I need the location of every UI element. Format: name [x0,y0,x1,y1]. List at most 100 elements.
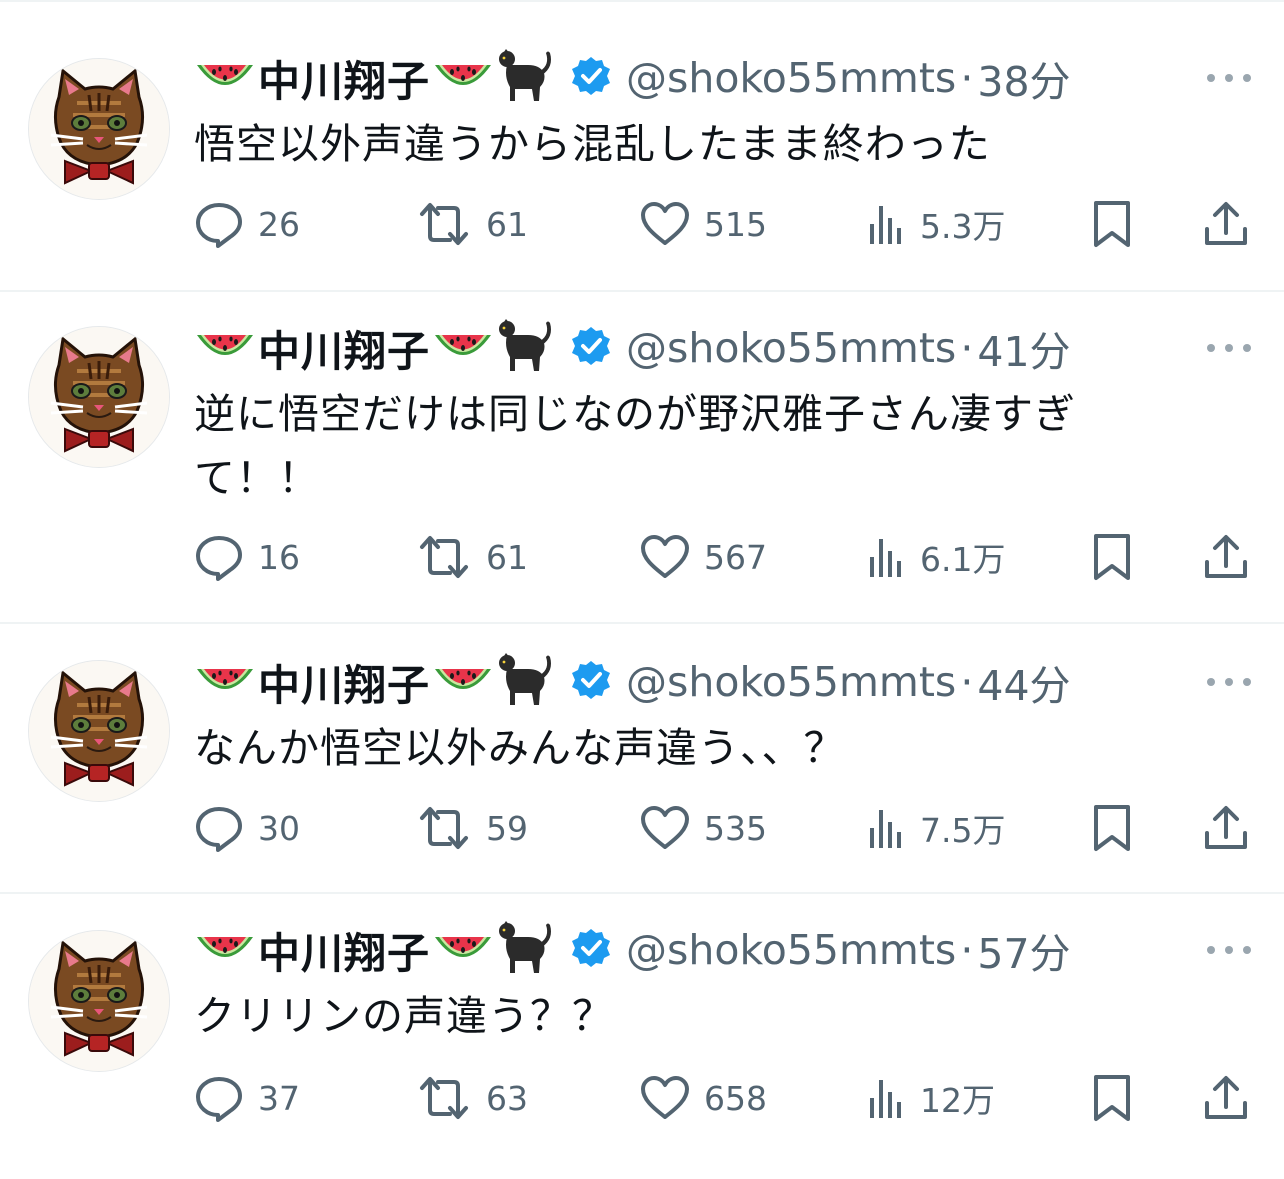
watermelon-icon [194,655,256,709]
reply-count: 26 [258,204,300,244]
reply-button[interactable]: 37 [194,1070,300,1126]
heart-icon [640,805,690,851]
timestamp[interactable]: 38分 [977,48,1070,108]
tweet-text: なんか悟空以外みんな声違う、、？ [194,724,846,772]
like-button[interactable]: 567 [640,529,767,585]
verified-badge-icon[interactable] [570,927,612,973]
view-count: 6.1万 [920,540,1006,579]
display-name[interactable]: 中川翔子 [258,920,430,981]
views-button[interactable]: 7.5万 [866,800,1005,856]
like-count: 535 [704,808,767,848]
more-options-icon[interactable] [1207,338,1251,358]
bookmark-button[interactable] [1090,529,1134,585]
watermelon-icon [432,321,494,375]
retweet-button[interactable]: 61 [416,196,528,252]
heart-icon [640,1075,690,1121]
watermelon-icon [194,51,256,105]
reply-button[interactable]: 16 [194,529,300,585]
retweet-button[interactable]: 63 [416,1070,528,1126]
display-name[interactable]: 中川翔子 [258,652,430,713]
display-name[interactable]: 中川翔子 [258,48,430,109]
avatar[interactable] [28,58,170,200]
heart-icon [640,534,690,580]
timestamp[interactable]: 41分 [977,318,1070,378]
action-bar: 30 59 535 7.5万 [0,800,1284,856]
bookmark-icon [1090,803,1134,853]
share-icon [1202,803,1250,853]
handle[interactable]: @shoko55mmts [626,658,956,706]
handle[interactable]: @shoko55mmts [626,54,956,102]
reply-button[interactable]: 26 [194,196,300,252]
separator-dot: · [960,54,974,102]
handle[interactable]: @shoko55mmts [626,926,956,974]
like-button[interactable]: 515 [640,196,767,252]
handle[interactable]: @shoko55mmts [626,324,956,372]
view-count: 12万 [920,1081,995,1120]
views-icon [866,202,906,246]
share-button[interactable] [1202,800,1250,856]
verified-badge-icon[interactable] [570,325,612,371]
reply-icon [194,1074,244,1122]
bookmark-icon [1090,199,1134,249]
more-options-icon[interactable] [1207,68,1251,88]
share-button[interactable] [1202,1070,1250,1126]
like-button[interactable]: 658 [640,1070,767,1126]
retweet-icon [416,804,472,852]
avatar[interactable] [28,660,170,802]
tweet-header: 中川翔子 @shoko55mmts · 41分 [194,316,1071,380]
timestamp[interactable]: 57分 [977,920,1070,980]
tweet[interactable]: 中川翔子 @shoko55mmts · 44分 なんか悟空以外みんな声違う、、？… [0,624,1284,892]
retweet-button[interactable]: 61 [416,529,528,585]
black-cat-icon [494,317,556,379]
reply-icon [194,804,244,852]
separator-dot: · [960,926,974,974]
retweet-count: 59 [486,808,528,848]
like-button[interactable]: 535 [640,800,767,856]
views-icon [866,1076,906,1120]
action-bar: 16 61 567 6.1万 [0,529,1284,585]
tweet-header: 中川翔子 @shoko55mmts · 44分 [194,650,1071,714]
more-options-icon[interactable] [1207,940,1251,960]
share-button[interactable] [1202,196,1250,252]
separator-dot: · [960,324,974,372]
display-name[interactable]: 中川翔子 [258,318,430,379]
reply-button[interactable]: 30 [194,800,300,856]
retweet-count: 63 [486,1078,528,1118]
tweet[interactable]: 中川翔子 @shoko55mmts · 41分 逆に悟空だけは同じなのが野沢雅子… [0,292,1284,622]
separator-dot: · [960,658,974,706]
verified-badge-icon[interactable] [570,55,612,101]
tweet[interactable]: 中川翔子 @shoko55mmts · 38分 悟空以外声違うから混乱したまま終… [0,0,1284,290]
heart-icon [640,201,690,247]
views-icon [866,535,906,579]
watermelon-icon [194,923,256,977]
tweet[interactable]: 中川翔子 @shoko55mmts · 57分 クリリンの声違う？？ 37 63… [0,894,1284,1179]
share-button[interactable] [1202,529,1250,585]
bookmark-icon [1090,532,1134,582]
bookmark-button[interactable] [1090,1070,1134,1126]
tweet-header: 中川翔子 @shoko55mmts · 38分 [194,46,1071,110]
avatar[interactable] [28,930,170,1072]
share-icon [1202,1073,1250,1123]
view-count: 5.3万 [920,207,1006,246]
timestamp[interactable]: 44分 [977,652,1070,712]
tweet-text: 逆に悟空だけは同じなのが野沢雅子さん凄すぎて！！ [194,390,1076,502]
tweet-text: 悟空以外声違うから混乱したまま終わった [194,120,991,168]
bookmark-button[interactable] [1090,800,1134,856]
reply-count: 37 [258,1078,300,1118]
view-count: 7.5万 [920,811,1006,850]
views-button[interactable]: 12万 [866,1070,995,1126]
retweet-count: 61 [486,204,528,244]
like-count: 515 [704,204,767,244]
watermelon-icon [194,321,256,375]
reply-count: 30 [258,808,300,848]
bookmark-button[interactable] [1090,196,1134,252]
views-button[interactable]: 6.1万 [866,529,1005,585]
avatar[interactable] [28,326,170,468]
action-bar: 37 63 658 12万 [0,1070,1284,1126]
verified-badge-icon[interactable] [570,659,612,705]
more-options-icon[interactable] [1207,672,1251,692]
retweet-button[interactable]: 59 [416,800,528,856]
views-button[interactable]: 5.3万 [866,196,1005,252]
reply-count: 16 [258,537,300,577]
reply-icon [194,533,244,581]
